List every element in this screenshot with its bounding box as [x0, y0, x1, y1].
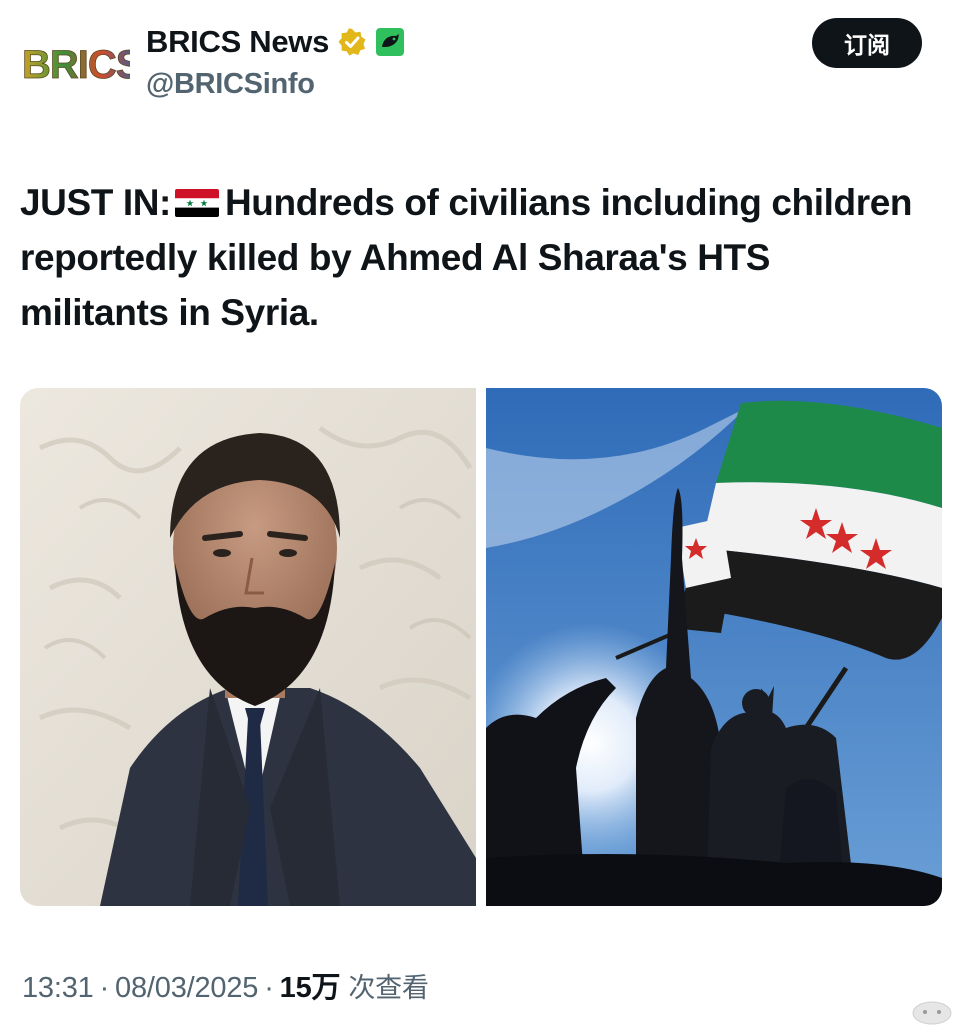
- man-portrait-image[interactable]: [20, 388, 476, 906]
- media-grid: [20, 388, 942, 906]
- separator-dot: ·: [264, 972, 274, 1004]
- account-name-row[interactable]: BRICS News: [146, 22, 405, 62]
- tweet-text: JUST IN: Hundreds of civilians including…: [20, 175, 920, 340]
- tweet-date[interactable]: 08/03/2025: [115, 972, 258, 1005]
- tweet-meta: 13:31 · 08/03/2025 · 15万 次查看: [22, 964, 429, 1006]
- verified-badge-icon: [338, 28, 366, 56]
- svg-text:BRICS: BRICS: [22, 43, 130, 87]
- app-watermark-icon: [912, 1001, 952, 1025]
- display-name[interactable]: BRICS News: [146, 24, 329, 60]
- views-count: 15万: [279, 972, 341, 1004]
- brics-logo: BRICS: [22, 43, 130, 88]
- syria-flag-icon: [174, 189, 219, 217]
- affiliate-badge-icon[interactable]: [375, 27, 405, 57]
- separator-dot: ·: [99, 972, 110, 1004]
- flag-protest-image[interactable]: [486, 388, 942, 906]
- account-handle[interactable]: @BRICSinfo: [146, 68, 315, 101]
- views-label: 次查看: [348, 973, 429, 1004]
- subscribe-button[interactable]: 订阅: [812, 18, 922, 68]
- tweet-prefix: JUST IN:: [20, 182, 171, 223]
- tweet-time[interactable]: 13:31: [22, 972, 94, 1005]
